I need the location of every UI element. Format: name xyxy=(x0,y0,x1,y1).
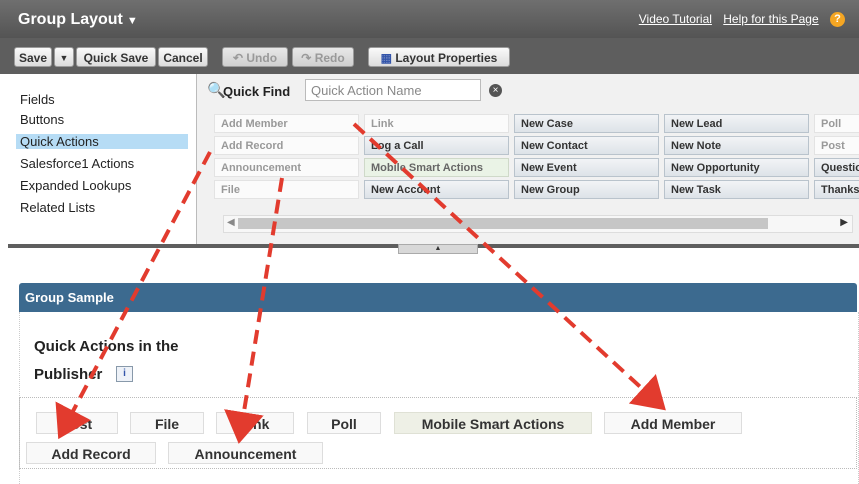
horizontal-scrollbar[interactable]: ◀ ▶ xyxy=(223,215,853,233)
layout-properties-button[interactable]: ▦ Layout Properties xyxy=(368,47,510,67)
publisher-action-mobile-smart-actions[interactable]: Mobile Smart Actions xyxy=(394,412,592,434)
publisher-action-add-record[interactable]: Add Record xyxy=(26,442,156,464)
redo-button[interactable]: ↷ Redo xyxy=(292,47,354,67)
help-link[interactable]: Help for this Page xyxy=(723,12,818,26)
collapse-handle[interactable]: ▲ xyxy=(398,244,478,254)
quick-actions-heading-line2: Publisher xyxy=(34,366,103,383)
palette-item-poll[interactable]: Poll xyxy=(814,114,859,133)
help-icon[interactable]: ? xyxy=(830,12,845,28)
page-title-text: Group Layout xyxy=(18,11,123,28)
publisher-action-file[interactable]: File xyxy=(130,412,204,434)
section-header[interactable]: Group Sample xyxy=(19,283,857,312)
page-title[interactable]: Group Layout ▼ xyxy=(18,11,138,29)
palette-item-new-task[interactable]: New Task xyxy=(664,180,809,199)
nav-item-fields[interactable]: Fields xyxy=(20,92,55,107)
nav-item-quick-actions[interactable]: Quick Actions xyxy=(16,134,188,149)
layout-properties-icon: ▦ xyxy=(380,51,392,65)
page-header: Group Layout ▼ Video Tutorial Help for th… xyxy=(0,0,859,38)
palette-panel: Fields Buttons Quick Actions Salesforce1… xyxy=(8,74,859,246)
quick-save-button[interactable]: Quick Save xyxy=(76,47,156,67)
layout-properties-label: Layout Properties xyxy=(395,51,498,65)
redo-label: Redo xyxy=(314,51,345,65)
publisher-action-announcement[interactable]: Announcement xyxy=(168,442,323,464)
palette-item-post[interactable]: Post xyxy=(814,136,859,155)
publisher-action-post[interactable]: Post xyxy=(36,412,118,434)
save-button[interactable]: Save xyxy=(14,47,52,67)
palette-item-add-record[interactable]: Add Record xyxy=(214,136,359,155)
save-dropdown-button[interactable]: ▼ xyxy=(54,47,74,67)
cancel-button[interactable]: Cancel xyxy=(158,47,208,67)
publisher-action-poll[interactable]: Poll xyxy=(307,412,381,434)
undo-button[interactable]: ↶ Undo xyxy=(222,47,288,67)
palette-item-new-note[interactable]: New Note xyxy=(664,136,809,155)
publisher-action-link[interactable]: Link xyxy=(216,412,294,434)
scroll-left-icon[interactable]: ◀ xyxy=(227,217,235,228)
palette-item-announcement[interactable]: Announcement xyxy=(214,158,359,177)
quick-actions-heading-line1: Quick Actions in the xyxy=(34,338,179,355)
palette-item-new-account[interactable]: New Account xyxy=(364,180,509,199)
video-tutorial-link[interactable]: Video Tutorial xyxy=(639,12,712,26)
scroll-right-icon[interactable]: ▶ xyxy=(840,217,848,228)
palette-item-question[interactable]: Questio xyxy=(814,158,859,177)
palette-items-area: 🔍 Quick Find Quick Action Name × Add Mem… xyxy=(196,74,859,246)
palette-item-new-case[interactable]: New Case xyxy=(514,114,659,133)
palette-item-thanks[interactable]: Thanks xyxy=(814,180,859,199)
undo-label: Undo xyxy=(246,51,278,65)
quick-find-input[interactable]: Quick Action Name xyxy=(305,79,481,101)
palette-category-list: Fields Buttons Quick Actions Salesforce1… xyxy=(8,74,194,246)
palette-item-new-contact[interactable]: New Contact xyxy=(514,136,659,155)
nav-item-salesforce1-actions[interactable]: Salesforce1 Actions xyxy=(20,156,134,171)
palette-item-mobile-smart-actions[interactable]: Mobile Smart Actions xyxy=(364,158,509,177)
nav-item-expanded-lookups[interactable]: Expanded Lookups xyxy=(20,178,131,193)
nav-item-related-lists[interactable]: Related Lists xyxy=(20,200,95,215)
palette-item-new-lead[interactable]: New Lead xyxy=(664,114,809,133)
quick-find-label: Quick Find xyxy=(223,84,291,99)
palette-item-new-opportunity[interactable]: New Opportunity xyxy=(664,158,809,177)
publisher-action-add-member[interactable]: Add Member xyxy=(604,412,742,434)
nav-item-buttons[interactable]: Buttons xyxy=(20,112,64,127)
redo-icon: ↷ xyxy=(301,51,312,65)
palette-item-new-event[interactable]: New Event xyxy=(514,158,659,177)
palette-item-new-group[interactable]: New Group xyxy=(514,180,659,199)
palette-item-log-a-call[interactable]: Log a Call xyxy=(364,136,509,155)
editor-toolbar: Save ▼ Quick Save Cancel ↶ Undo ↷ Redo ▦… xyxy=(0,38,859,74)
clear-search-icon[interactable]: × xyxy=(489,84,502,97)
palette-item-add-member[interactable]: Add Member xyxy=(214,114,359,133)
undo-icon: ↶ xyxy=(232,51,244,65)
palette-item-file[interactable]: File xyxy=(214,180,359,199)
palette-item-link[interactable]: Link xyxy=(364,114,509,133)
chevron-down-icon[interactable]: ▼ xyxy=(127,15,138,27)
header-links: Video Tutorial Help for this Page ? xyxy=(631,12,845,28)
info-icon[interactable]: i xyxy=(116,366,133,382)
scrollbar-thumb[interactable] xyxy=(238,218,768,229)
